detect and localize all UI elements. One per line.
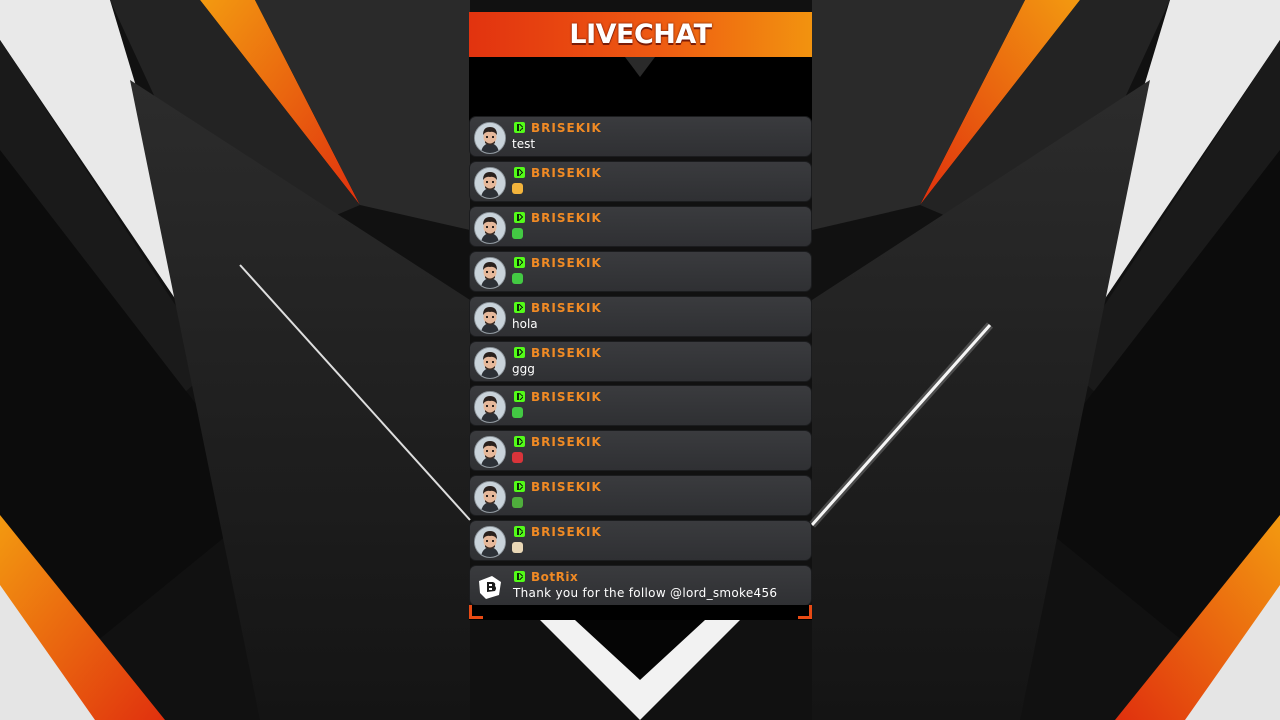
username[interactable]: BotRix [531,570,578,584]
livechat-panel: LIVECHAT BRISEKIK test BRISEKIK BRISEKIK… [469,12,812,620]
username[interactable]: BRISEKIK [531,390,602,404]
avatar[interactable] [474,481,506,514]
chat-message: BRISEKIK [469,520,812,562]
kick-badge-icon [514,301,525,313]
kick-badge-icon [514,436,525,448]
avatar[interactable] [474,436,506,469]
kick-badge-icon [514,391,525,403]
botrix-logo-icon[interactable] [476,573,504,601]
username[interactable]: BRISEKIK [531,211,602,225]
message-text: test [512,137,536,151]
chat-message-bot: BotRix Thank you for the follow @lord_smo… [469,565,812,606]
username[interactable]: BRISEKIK [531,480,602,494]
emote-icon [512,272,523,284]
kick-badge-icon [514,346,525,358]
emote-icon [512,542,523,554]
livechat-title: LIVECHAT [569,19,712,50]
username[interactable]: BRISEKIK [531,166,602,180]
chat-message: BRISEKIK [469,205,812,247]
kick-badge-icon [514,571,525,582]
username[interactable]: BRISEKIK [531,121,602,135]
corner-accent-left [469,605,483,619]
kick-badge-icon [514,256,525,268]
chat-message: BRISEKIK test [469,116,812,157]
avatar[interactable] [474,211,506,244]
username[interactable]: BRISEKIK [531,301,602,315]
panel-footer [469,605,812,620]
username[interactable]: BRISEKIK [531,346,602,360]
username[interactable]: BRISEKIK [531,256,602,270]
corner-accent-right [798,605,812,619]
username[interactable]: BRISEKIK [531,525,602,539]
kick-badge-icon [514,481,525,493]
chat-message: BRISEKIK [469,385,812,427]
avatar[interactable] [474,256,506,289]
chat-message: BRISEKIK hola [469,295,812,337]
chat-message: BRISEKIK [469,250,812,292]
kick-badge-icon [514,211,525,223]
message-text: ggg [512,361,535,376]
avatar[interactable] [474,122,506,154]
kick-badge-icon [514,526,525,538]
avatar[interactable] [474,166,506,199]
emote-icon [512,227,523,239]
emote-icon [512,452,523,464]
avatar[interactable] [474,346,506,379]
chat-message: BRISEKIK [469,430,812,472]
message-text: Thank you for the follow @lord_smoke456 [513,586,778,600]
chat-message: BRISEKIK ggg [469,340,812,382]
kick-badge-icon [514,166,525,178]
emote-icon [512,407,523,419]
avatar[interactable] [474,391,506,424]
livechat-header: LIVECHAT [469,12,812,57]
avatar[interactable] [474,301,506,334]
emote-icon [512,182,523,194]
chat-message: BRISEKIK [469,160,812,202]
username[interactable]: BRISEKIK [531,435,602,449]
avatar[interactable] [474,526,506,559]
chat-message: BRISEKIK [469,475,812,517]
kick-badge-icon [514,122,525,133]
message-text: hola [512,316,538,331]
header-notch [625,57,655,77]
emote-icon [512,497,523,509]
